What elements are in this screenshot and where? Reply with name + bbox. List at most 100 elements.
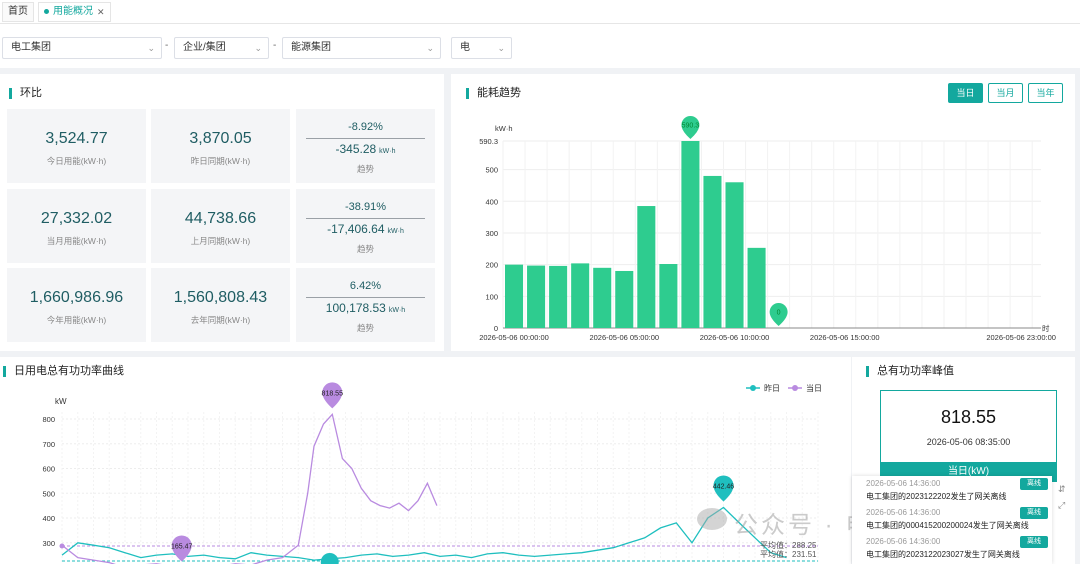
peak-value: 818.55 <box>940 407 997 427</box>
series-today-line <box>61 413 438 564</box>
year-trend-diff: 100,178.53 kW·h <box>296 301 435 315</box>
legend-dot-yesterday <box>750 385 756 391</box>
today-usage-label: 今日用能(kW·h) <box>46 156 107 166</box>
year-trend-card: 6.42% 100,178.53 kW·h 趋势 <box>296 268 435 342</box>
collapse-icon[interactable]: ⇵ <box>1058 484 1066 495</box>
bar <box>505 264 524 328</box>
day-trend-label: 趋势 <box>356 164 374 174</box>
pin-label: 0 <box>777 310 781 317</box>
x-tick-label: 2026-05-06 23:00:00 <box>986 333 1056 342</box>
notification-panel: 2026-05-06 14:36:00 离线 电工集团的2023122202发生… <box>852 476 1052 564</box>
notification-item[interactable]: 2026-05-06 14:36:00 离线 电工集团的000415200200… <box>852 505 1052 533</box>
pin-label: 818.55 <box>322 390 344 397</box>
group-select[interactable]: 电工集团 ⌄ <box>2 37 162 59</box>
min-marker-yesterday <box>320 553 339 564</box>
day-trend-card: -8.92% -345.28 kW·h 趋势 <box>296 109 435 183</box>
tab-home-label: 首页 <box>8 5 28 17</box>
enterprise-select-value: 能源集团 <box>291 42 331 53</box>
bar <box>593 267 612 328</box>
last-month-usage-value: 44,738.66 <box>184 210 257 227</box>
tab-home[interactable]: 首页 <box>2 1 34 22</box>
compare-title: 环比 <box>9 88 42 99</box>
month-trend-card: -38.91% -17,406.64 kW·h 趋势 <box>296 189 435 263</box>
y-tick-label: 590.3 <box>479 137 498 146</box>
day-trend-pct: -8.92% <box>348 121 383 133</box>
bar <box>571 263 590 328</box>
notification-text: 电工集团的000415200200024发生了网关离线 <box>866 521 1029 530</box>
notification-text: 电工集团的2023122202发生了网关离线 <box>866 492 1007 501</box>
pin-label: 590.3 <box>682 123 700 130</box>
y-tick-label: 500 <box>42 489 55 498</box>
energy-select[interactable]: 电 ⌄ <box>451 37 512 59</box>
unit-label: kW·h <box>387 228 404 235</box>
min-marker-today: 165.47 <box>171 535 193 562</box>
last-month-usage-card: 44,738.66 上月同期(kW·h) <box>151 189 290 263</box>
chevron-down-icon: ⌄ <box>147 43 155 53</box>
separator: - <box>273 40 277 51</box>
y-tick-label: 100 <box>485 292 498 301</box>
chevron-down-icon: ⌄ <box>497 43 505 53</box>
notification-item[interactable]: 2026-05-06 14:36:00 离线 电工集团的202312202302… <box>852 534 1052 562</box>
last-year-usage-label: 去年同期(kW·h) <box>190 315 251 325</box>
y-tick-label: 800 <box>42 415 55 424</box>
bar <box>527 265 546 328</box>
bar <box>637 206 656 328</box>
status-badge: 离线 <box>1020 478 1048 490</box>
group-select-value: 电工集团 <box>11 42 51 53</box>
y-tick-label: 300 <box>485 229 498 238</box>
bar <box>549 265 568 328</box>
peak-time: 2026-05-06 08:35:00 <box>926 437 1011 447</box>
bar <box>659 264 678 328</box>
series-start-dot <box>59 543 65 549</box>
status-badge: 离线 <box>1020 507 1048 519</box>
y-tick-label: 500 <box>485 166 498 175</box>
avg-label-2: 平均值：231.51 <box>760 550 817 559</box>
enterprise-select[interactable]: 能源集团 ⌄ <box>282 37 441 59</box>
unit-label: kW·h <box>379 148 396 155</box>
divider <box>306 297 425 298</box>
pin-label: 165.47 <box>171 544 193 551</box>
expand-icon[interactable]: ⤢ <box>1058 500 1065 511</box>
pin-label: 442.46 <box>713 483 735 490</box>
x-tick-label: 2026-05-06 15:00:00 <box>810 333 880 342</box>
month-usage-label: 当月用能(kW·h) <box>46 236 107 246</box>
y-tick-label: 300 <box>42 539 55 548</box>
y-axis-label: kW <box>55 397 67 406</box>
bar <box>725 182 744 328</box>
notification-time: 2026-05-06 14:36:00 <box>866 537 941 546</box>
peak-marker-today: 818.55 <box>322 382 344 409</box>
separator: - <box>165 40 169 51</box>
month-trend-label: 趋势 <box>356 244 374 254</box>
year-usage-label: 今年用能(kW·h) <box>46 315 107 325</box>
y-tick-label: 600 <box>42 465 55 474</box>
notification-text: 电工集团的2023122023027发生了网关离线 <box>866 550 1020 559</box>
yesterday-usage-label: 昨日同期(kW·h) <box>190 156 251 166</box>
last-year-usage-card: 1,560,808.43 去年同期(kW·h) <box>151 268 290 342</box>
today-usage-value: 3,524.77 <box>45 130 108 147</box>
y-tick-label: 400 <box>485 197 498 206</box>
divider <box>306 138 425 139</box>
notification-item[interactable]: 2026-05-06 14:36:00 离线 电工集团的2023122202发生… <box>852 476 1052 504</box>
active-dot-icon <box>44 9 49 14</box>
bar <box>747 247 766 328</box>
tab-bar: 首页 用能概况 ✕ <box>0 0 1080 24</box>
day-trend-diff-value: -345.28 <box>335 142 377 156</box>
notification-time: 2026-05-06 14:36:00 <box>866 479 941 488</box>
day-trend-diff: -345.28 kW·h <box>296 142 435 156</box>
month-trend-pct: -38.91% <box>345 201 386 213</box>
month-usage-value: 27,332.02 <box>40 210 113 227</box>
year-trend-label: 趋势 <box>356 323 374 333</box>
legend-label-today: 当日 <box>806 383 822 393</box>
notification-time: 2026-05-06 14:36:00 <box>866 508 941 517</box>
x-tick-label: 2026-05-06 05:00:00 <box>589 333 659 342</box>
chevron-down-icon: ⌄ <box>426 43 434 53</box>
type-select[interactable]: 企业/集团 ⌄ <box>174 37 269 59</box>
close-icon[interactable]: ✕ <box>97 2 105 22</box>
month-usage-card: 27,332.02 当月用能(kW·h) <box>7 189 146 263</box>
unit-label: kW·h <box>388 307 406 314</box>
yesterday-usage-card: 3,870.05 昨日同期(kW·h) <box>151 109 290 183</box>
x-tick-label: 2026-05-06 10:00:00 <box>700 333 770 342</box>
filter-bar: 电工集团 ⌄ - 企业/集团 ⌄ - 能源集团 ⌄ 电 ⌄ <box>0 24 1080 68</box>
energy-trend-panel: 能耗趋势 当日 当月 当年 0 100 200 300 400 500 590.3 kW·h 时… <box>451 74 1075 351</box>
tab-energy-overview[interactable]: 用能概况 ✕ <box>38 1 111 22</box>
